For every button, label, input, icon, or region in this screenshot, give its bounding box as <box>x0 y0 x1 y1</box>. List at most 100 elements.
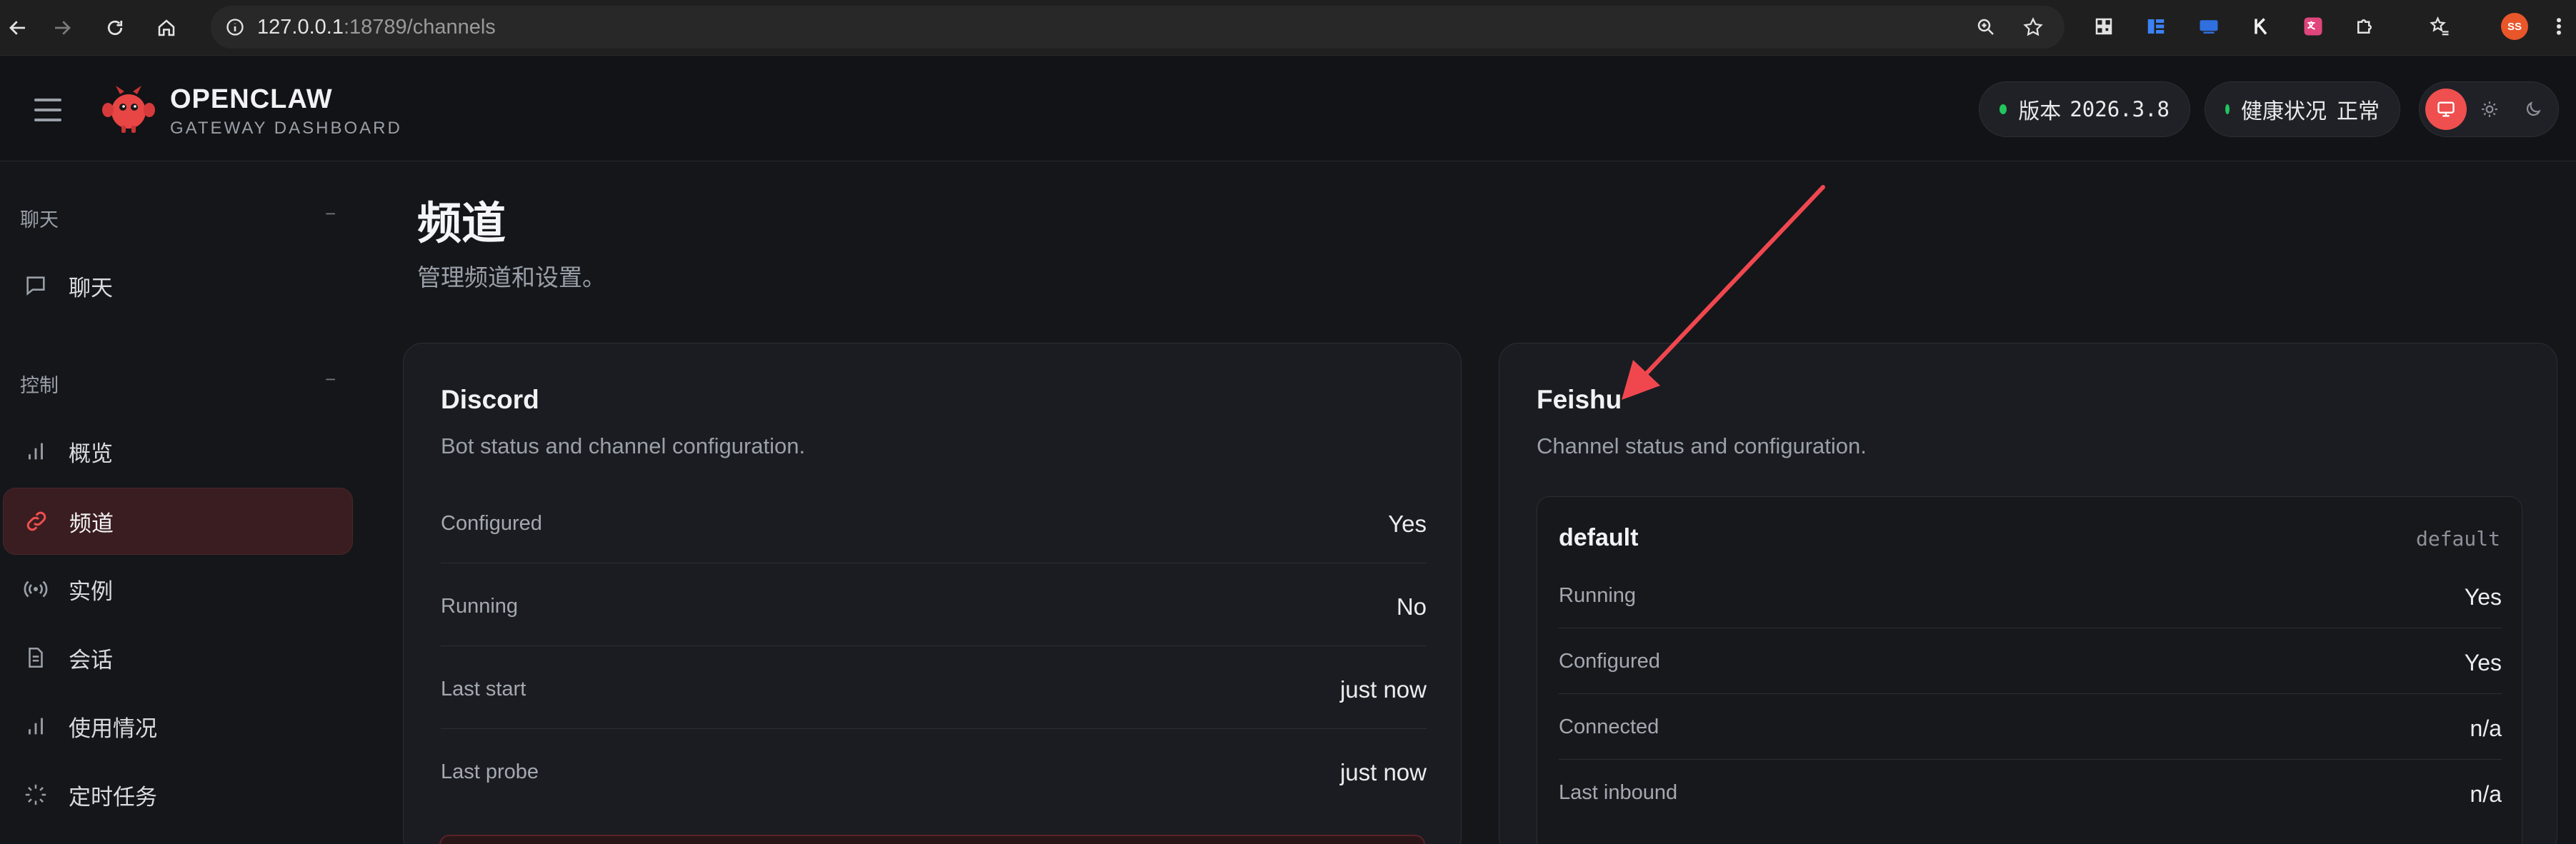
status-dot <box>2225 104 2230 114</box>
health-value: 正常 <box>2337 100 2380 124</box>
sidebar-item-label: 使用情况 <box>69 715 157 741</box>
version-badge: 版本 2026.3.8 <box>1979 81 2190 137</box>
discord-row-configured: Configured Yes <box>441 481 1427 563</box>
sidebar-item-label: 频道 <box>69 511 114 536</box>
sidebar-item-label: 概览 <box>69 441 113 466</box>
row-value: n/a <box>2470 781 2502 807</box>
sidebar-item-sessions[interactable]: 会话 <box>3 624 353 691</box>
sidebar-item-overview[interactable]: 概览 <box>3 418 353 485</box>
app-header: OPENCLAW GATEWAY DASHBOARD 版本 2026.3.8 健… <box>0 56 2576 161</box>
sidebar-item-label: 定时任务 <box>69 784 157 810</box>
row-value: just now <box>1339 759 1427 785</box>
row-value: Yes <box>2464 584 2502 610</box>
hamburger-icon <box>34 99 61 101</box>
url-host: 127.0.0.1 <box>257 16 344 39</box>
reload-icon <box>107 20 123 36</box>
arrow-right-icon <box>55 21 71 35</box>
puzzle-extension-icon[interactable] <box>2350 12 2379 41</box>
url-path: :18789/channels <box>343 16 496 39</box>
row-value: n/a <box>2470 715 2502 741</box>
site-info-icon[interactable] <box>221 13 249 41</box>
address-bar[interactable]: 127.0.0.1:18789/channels <box>211 6 2065 49</box>
browser-toolbar: 127.0.0.1:18789/channels SS <box>0 0 2576 56</box>
row-key: Last inbound <box>1559 781 1678 804</box>
row-value: just now <box>1339 676 1427 703</box>
feishu-row-connected: Connected n/a <box>1559 694 2502 760</box>
discord-card: Discord Bot status and channel configura… <box>403 343 1462 844</box>
discord-row-running: Running No <box>441 563 1427 646</box>
feishu-row-configured: Configured Yes <box>1559 628 2502 694</box>
row-key: Connected <box>1559 715 1659 738</box>
row-value: Yes <box>1388 511 1427 537</box>
home-icon <box>158 19 175 36</box>
hamburger-icon-line <box>34 119 61 121</box>
brand-subtitle: GATEWAY DASHBOARD <box>170 119 402 138</box>
sidebar-item-usage[interactable]: 使用情况 <box>3 693 353 760</box>
translate-extension-icon[interactable] <box>2299 12 2327 41</box>
moon-icon <box>2526 101 2541 116</box>
theme-switcher <box>2419 81 2559 137</box>
sidebar-item-label: 会话 <box>69 647 113 673</box>
profile-avatar[interactable]: SS <box>2500 12 2529 41</box>
sidebar: 聊天 − 聊天 控制 − 概览 频道 实例 会话 使用情况 定时任务 <box>0 161 357 844</box>
broadcast-icon <box>21 575 50 603</box>
error-callout <box>439 835 1425 844</box>
feishu-card: Feishu Channel status and configuration.… <box>1499 343 2557 844</box>
row-key: Running <box>1559 584 1637 607</box>
reading-list-icon[interactable] <box>2425 12 2454 41</box>
sidebar-item-cron[interactable]: 定时任务 <box>3 761 353 828</box>
sidebar-item-label: 实例 <box>69 578 113 604</box>
feishu-row-last-inbound: Last inbound n/a <box>1559 760 2502 825</box>
discord-row-last-start: Last start just now <box>441 646 1427 729</box>
message-icon <box>21 271 50 300</box>
link-icon <box>22 507 51 536</box>
profile-initials: SS <box>2501 13 2528 40</box>
theme-light-button[interactable] <box>2469 89 2510 130</box>
brand-title: OPENCLAW <box>170 84 333 114</box>
home-button[interactable] <box>149 10 184 46</box>
section-collapse-control[interactable]: − <box>325 368 336 391</box>
row-key: Configured <box>441 512 542 535</box>
page-subtitle: 管理频道和设置。 <box>417 264 606 291</box>
sidebar-item-chat[interactable]: 聊天 <box>3 252 353 319</box>
sidebar-item-label: 聊天 <box>69 275 113 301</box>
health-label: 健康状况 <box>2241 100 2327 124</box>
feishu-account-card: default default Running Yes Configured Y… <box>1537 496 2522 844</box>
reload-button[interactable] <box>97 10 133 46</box>
page-title: 频道 <box>417 199 506 248</box>
theme-dark-button[interactable] <box>2512 89 2554 130</box>
version-value: 2026.3.8 <box>2070 97 2170 121</box>
theme-system-button[interactable] <box>2425 89 2467 130</box>
panel-extension-icon[interactable] <box>2142 12 2170 41</box>
sidebar-item-instances[interactable]: 实例 <box>3 556 353 623</box>
version-label: 版本 <box>2018 100 2062 124</box>
section-title-chat: 聊天 <box>20 209 59 231</box>
section-collapse-chat[interactable]: − <box>325 203 336 225</box>
arrow-left-icon <box>9 21 25 35</box>
row-key: Last probe <box>441 760 539 783</box>
zoom-icon[interactable] <box>1972 13 2000 41</box>
bookmark-star-icon[interactable] <box>2019 13 2047 41</box>
row-value: No <box>1396 593 1427 620</box>
section-title-control: 控制 <box>20 375 59 396</box>
status-dot <box>2000 104 2007 114</box>
qr-extension-icon[interactable] <box>2090 12 2118 41</box>
browser-menu-icon[interactable] <box>2545 12 2573 41</box>
document-icon <box>21 643 50 672</box>
feishu-row-running: Running Yes <box>1559 563 2502 628</box>
screen-extension-icon[interactable] <box>2195 12 2223 41</box>
health-badge: 健康状况 正常 <box>2205 81 2400 137</box>
discord-title: Discord <box>441 385 539 414</box>
bar-chart-icon <box>21 437 50 466</box>
menu-toggle-button[interactable] <box>29 91 71 127</box>
bar-chart-icon <box>21 712 50 740</box>
forward-button[interactable] <box>44 10 80 46</box>
sidebar-item-channels[interactable]: 频道 <box>3 488 353 555</box>
row-key: Running <box>441 595 519 618</box>
row-value: Yes <box>2464 650 2502 675</box>
feishu-title: Feishu <box>1537 385 1622 414</box>
account-name: default <box>1559 524 1639 551</box>
k-extension-icon[interactable] <box>2247 12 2275 41</box>
monitor-icon <box>2437 101 2455 117</box>
back-button[interactable] <box>0 10 36 46</box>
